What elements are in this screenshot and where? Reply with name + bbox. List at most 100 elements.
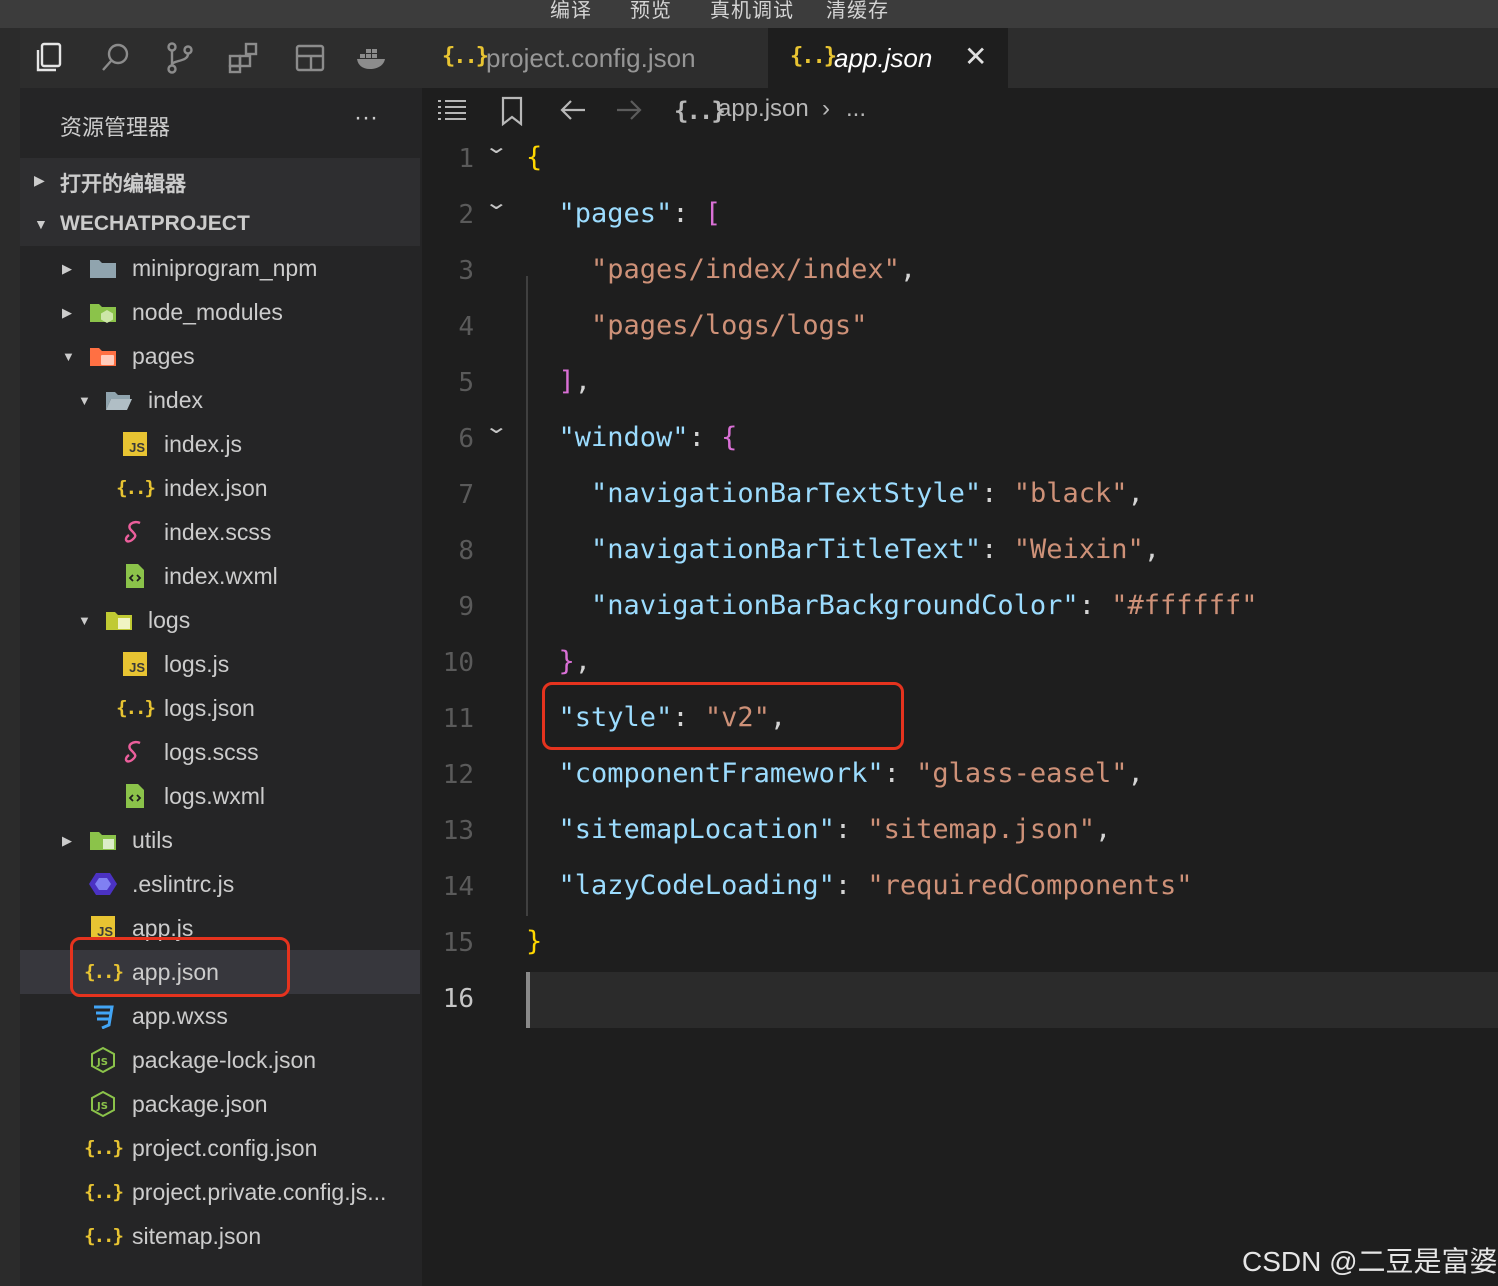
svg-text:JS: JS bbox=[96, 1057, 108, 1068]
code-line: "lazyCodeLoading": "requiredComponents" bbox=[526, 870, 1193, 901]
fold-chevron-icon[interactable]: ⌄ bbox=[484, 414, 509, 439]
code-token: "glass-easel" bbox=[916, 758, 1128, 789]
clear-cache-button[interactable]: 清缓存 bbox=[826, 0, 889, 23]
tree-file[interactable]: index.scss bbox=[20, 510, 420, 554]
breadcrumb-file[interactable]: app.json bbox=[718, 95, 809, 123]
code-token: ] bbox=[558, 366, 575, 397]
tree-file[interactable]: app.wxss bbox=[20, 994, 420, 1038]
search-icon[interactable] bbox=[98, 40, 134, 76]
tree-file[interactable]: .eslintrc.js bbox=[20, 862, 420, 906]
code-token: "navigationBarTextStyle" bbox=[591, 478, 982, 509]
breadcrumb-symbol[interactable]: ... bbox=[846, 95, 866, 123]
activity-bar bbox=[20, 28, 422, 88]
code-line: "sitemapLocation": "sitemap.json", bbox=[526, 814, 1112, 845]
compile-button[interactable]: 编译 bbox=[550, 0, 592, 23]
section-project[interactable]: ▼ WECHATPROJECT bbox=[20, 202, 420, 246]
code-token: [ bbox=[704, 198, 722, 229]
tree-file[interactable]: JS index.js bbox=[20, 422, 420, 466]
tree-folder[interactable]: ▶ miniprogram_npm bbox=[20, 246, 420, 290]
more-actions-icon[interactable]: ··· bbox=[354, 104, 378, 132]
tree-file[interactable]: {..} index.json bbox=[20, 466, 420, 510]
chevron-right-icon[interactable]: ▶ bbox=[62, 833, 72, 849]
line-number: 11 bbox=[442, 704, 474, 734]
fold-chevron-icon[interactable]: ⌄ bbox=[484, 190, 509, 215]
preview-button[interactable]: 预览 bbox=[630, 0, 672, 23]
folder-icon bbox=[88, 254, 118, 282]
line-number: 1 bbox=[458, 144, 474, 174]
pages-folder-icon bbox=[88, 342, 118, 370]
code-token: { bbox=[721, 422, 738, 453]
tree-item-label: .eslintrc.js bbox=[132, 871, 235, 897]
code-line: "pages/logs/logs" bbox=[526, 310, 867, 341]
tree-file[interactable]: JS logs.js bbox=[20, 642, 420, 686]
tab-project-config[interactable]: {..} project.config.json bbox=[422, 28, 768, 88]
layout-icon[interactable] bbox=[292, 40, 328, 76]
close-icon[interactable]: ✕ bbox=[964, 40, 987, 73]
tree-folder[interactable]: ▼ logs bbox=[20, 598, 420, 642]
code-token: : bbox=[834, 870, 868, 901]
section-open-editors[interactable]: ▶ 打开的编辑器 bbox=[20, 158, 420, 202]
tree-folder[interactable]: ▶ node_modules bbox=[20, 290, 420, 334]
tree-folder[interactable]: ▼ pages bbox=[20, 334, 420, 378]
code-token: : bbox=[834, 814, 868, 845]
explorer-sidebar: 资源管理器 ··· ▶ 打开的编辑器 ▼ WECHATPROJECT ▶ mini… bbox=[20, 88, 420, 1286]
chevron-right-icon[interactable]: ▶ bbox=[62, 305, 72, 321]
tree-file[interactable]: JS package-lock.json bbox=[20, 1038, 420, 1082]
back-arrow-icon[interactable] bbox=[558, 96, 588, 131]
code-token: "componentFramework" bbox=[558, 758, 884, 789]
tab-label: app.json bbox=[834, 43, 933, 73]
window-edge bbox=[0, 28, 20, 1286]
code-token: "window" bbox=[558, 422, 689, 453]
line-number: 9 bbox=[458, 592, 474, 622]
code-line: { bbox=[526, 142, 542, 173]
tree-file[interactable]: {..} project.private.config.js... bbox=[20, 1170, 420, 1214]
real-device-debug-button[interactable]: 真机调试 bbox=[710, 0, 794, 23]
forward-arrow-icon[interactable] bbox=[614, 96, 644, 131]
tree-item-label: index.scss bbox=[164, 519, 272, 545]
code-token: "sitemapLocation" bbox=[558, 814, 835, 845]
json-file-icon: {..} bbox=[84, 1225, 124, 1247]
code-line: "navigationBarTextStyle": "black", bbox=[526, 478, 1144, 509]
tree-folder[interactable]: ▶ utils bbox=[20, 818, 420, 862]
tab-app-json[interactable]: {..} app.json ✕ bbox=[768, 28, 1008, 88]
chevron-down-icon[interactable]: ▼ bbox=[62, 349, 75, 364]
chevron-right-icon[interactable]: ▶ bbox=[62, 261, 72, 277]
fold-chevron-icon[interactable]: ⌄ bbox=[484, 134, 509, 159]
tree-file[interactable]: logs.wxml bbox=[20, 774, 420, 818]
tree-file[interactable]: {..} logs.json bbox=[20, 686, 420, 730]
line-number: 8 bbox=[458, 536, 474, 566]
tree-item-label: index bbox=[148, 387, 203, 413]
tree-file[interactable]: JS package.json bbox=[20, 1082, 420, 1126]
tree-file[interactable]: {..} sitemap.json bbox=[20, 1214, 420, 1258]
source-control-icon[interactable] bbox=[162, 40, 198, 76]
tree-folder[interactable]: ▼ index bbox=[20, 378, 420, 422]
outline-list-icon[interactable] bbox=[436, 96, 468, 131]
top-toolbar: 编译 预览 真机调试 清缓存 bbox=[0, 0, 1498, 28]
tree-file[interactable]: logs.scss bbox=[20, 730, 420, 774]
tree-file[interactable]: index.wxml bbox=[20, 554, 420, 598]
chevron-down-icon[interactable]: ▼ bbox=[78, 613, 91, 628]
tree-item-label: pages bbox=[132, 343, 195, 369]
json-file-icon: {..} bbox=[84, 1137, 124, 1159]
breadcrumb: {..} app.json › ... bbox=[422, 88, 1498, 134]
code-editor[interactable]: {..} app.json › ... 1 ⌄{2 ⌄ "pages": [3 "p… bbox=[422, 88, 1498, 1286]
tree-item-label: package-lock.json bbox=[132, 1047, 317, 1073]
tree-item-label: app.wxss bbox=[132, 1003, 228, 1029]
code-token: : bbox=[883, 758, 917, 789]
extensions-icon[interactable] bbox=[226, 40, 262, 76]
tree-item-label: utils bbox=[132, 827, 173, 853]
files-icon[interactable] bbox=[32, 40, 68, 76]
tree-file[interactable]: {..} project.config.json bbox=[20, 1126, 420, 1170]
utils-folder-icon bbox=[88, 826, 118, 854]
bookmark-icon[interactable] bbox=[500, 96, 524, 133]
tree-item-label: index.js bbox=[164, 431, 242, 457]
docker-icon[interactable] bbox=[354, 40, 390, 76]
tree-item-label: index.json bbox=[164, 475, 268, 501]
chevron-down-icon[interactable]: ▼ bbox=[78, 393, 91, 408]
